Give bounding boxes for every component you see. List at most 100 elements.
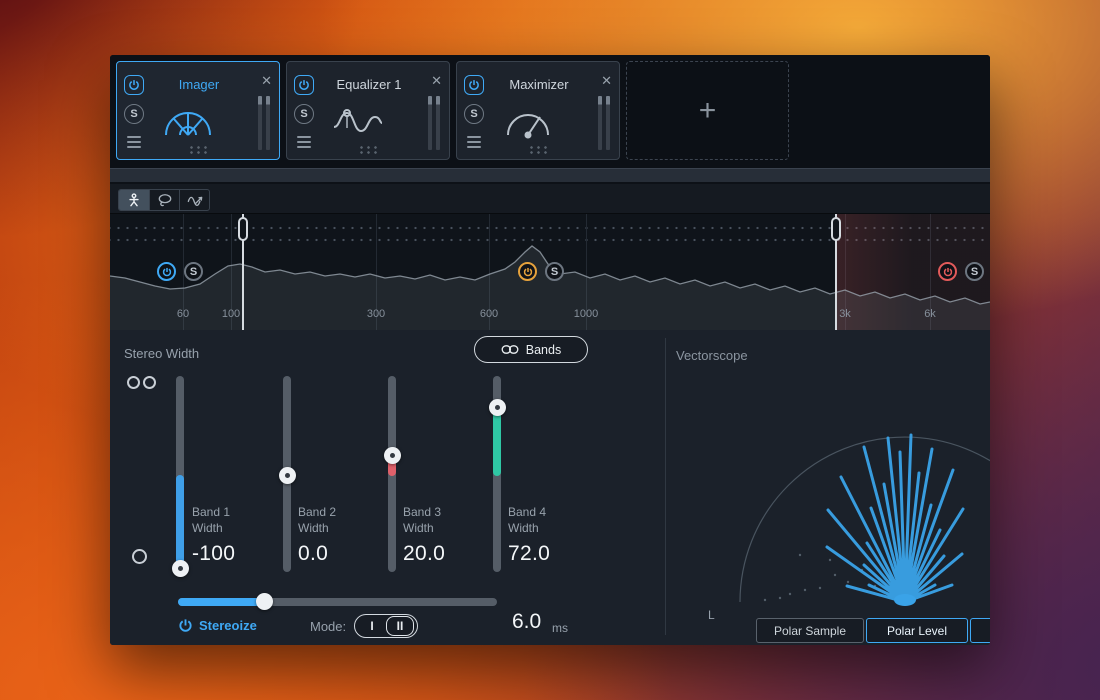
- add-module-button[interactable]: +: [626, 61, 789, 160]
- polar-level-button[interactable]: Polar Level: [866, 618, 968, 643]
- band-solo-button[interactable]: S: [184, 262, 203, 281]
- module-drag-handle[interactable]: [188, 145, 209, 155]
- lasso-tool-button[interactable]: [149, 190, 179, 210]
- band3-controls: S: [938, 262, 984, 281]
- band-width-value[interactable]: 20.0: [403, 542, 503, 566]
- module-meters: [428, 96, 440, 150]
- freq-label: 300: [367, 308, 385, 320]
- stereoize-power-icon[interactable]: [178, 618, 193, 633]
- stereoize-amount-handle[interactable]: [256, 593, 273, 610]
- band1-width-handle[interactable]: [172, 560, 189, 577]
- stereoize-label[interactable]: Stereoize: [199, 618, 257, 633]
- band-solo-button[interactable]: S: [965, 262, 984, 281]
- polar-mode-button-clipped[interactable]: [970, 618, 990, 643]
- freq-label: 100: [222, 308, 240, 320]
- stereoize-mode-label: Mode:: [310, 619, 346, 634]
- module-solo-button[interactable]: S: [124, 104, 144, 124]
- band4-width-fill: [493, 407, 501, 476]
- chain-collapse-bar[interactable]: [110, 168, 990, 184]
- crossover-handle-1[interactable]: [242, 214, 244, 330]
- band4-width-handle[interactable]: [489, 399, 506, 416]
- module-title: Imager: [147, 77, 251, 92]
- module-title: Equalizer 1: [317, 77, 421, 92]
- freq-label: 6k: [924, 308, 936, 320]
- vectorscope-left-label: L: [708, 608, 715, 622]
- freq-label: 600: [480, 308, 498, 320]
- band1-width-fill: [176, 475, 184, 569]
- spectrum-display[interactable]: S S S 60 100 300 600 1000 3k 6k: [110, 213, 990, 330]
- bands-button-label: Bands: [526, 343, 561, 357]
- module-solo-button[interactable]: S: [464, 104, 484, 124]
- band2-controls: S: [518, 262, 564, 281]
- freq-label: 1000: [574, 308, 598, 320]
- module-power-button[interactable]: [124, 75, 144, 95]
- stereoize-delay-value[interactable]: 6.0: [512, 610, 541, 634]
- crossover-handle-2[interactable]: [835, 214, 837, 330]
- band1-controls: S: [157, 262, 203, 281]
- panel-title: Stereo Width: [124, 346, 199, 361]
- module-drag-handle[interactable]: [358, 145, 379, 155]
- imager-panel: Stereo Width Bands Band 1 Width -100: [110, 330, 990, 645]
- module-meters: [258, 96, 270, 150]
- module-drag-handle[interactable]: [528, 145, 549, 155]
- module-power-button[interactable]: [294, 75, 314, 95]
- module-menu-icon[interactable]: [295, 135, 313, 149]
- module-power-button[interactable]: [464, 75, 484, 95]
- tool-mode-group: [118, 189, 210, 211]
- band-name: Band 2: [298, 504, 398, 520]
- band-param: Width: [192, 520, 292, 536]
- module-menu-icon[interactable]: [465, 135, 483, 149]
- band3-width-handle[interactable]: [384, 447, 401, 464]
- plugin-window: S Imager ✕ S Equalizer 1 ✕: [110, 55, 990, 645]
- maximizer-module-icon: [493, 98, 563, 144]
- band-param: Width: [298, 520, 398, 536]
- band-param: Width: [403, 520, 503, 536]
- stereoize-delay-unit: ms: [552, 621, 568, 635]
- module-menu-icon[interactable]: [125, 135, 143, 149]
- imager-module-icon: [153, 98, 223, 144]
- desktop-wallpaper: S Imager ✕ S Equalizer 1 ✕: [0, 0, 1100, 700]
- module-chain: S Imager ✕ S Equalizer 1 ✕: [110, 55, 990, 168]
- band-power-button[interactable]: [518, 262, 537, 281]
- module-card-equalizer[interactable]: S Equalizer 1 ✕: [286, 61, 450, 160]
- freq-label: 60: [177, 308, 189, 320]
- pointer-tool-button[interactable]: [119, 190, 149, 210]
- bands-link-button[interactable]: Bands: [474, 336, 588, 363]
- band-name: Band 3: [403, 504, 503, 520]
- band-width-value[interactable]: 0.0: [298, 542, 398, 566]
- band-width-value[interactable]: 72.0: [508, 542, 608, 566]
- module-meters: [598, 96, 610, 150]
- band-power-button[interactable]: [938, 262, 957, 281]
- mode-option-2[interactable]: II: [386, 616, 414, 636]
- band3-info: Band 3 Width 20.0: [403, 504, 503, 566]
- stereoize-amount-fill: [178, 598, 266, 606]
- mono-icon: [132, 549, 147, 564]
- band2-info: Band 2 Width 0.0: [298, 504, 398, 566]
- module-close-button[interactable]: ✕: [431, 73, 442, 89]
- band-name: Band 4: [508, 504, 608, 520]
- band1-info: Band 1 Width -100: [192, 504, 292, 566]
- wave-tool-button[interactable]: [179, 190, 209, 210]
- vectorscope-display: [670, 350, 990, 622]
- module-card-maximizer[interactable]: S Maximizer ✕: [456, 61, 620, 160]
- edit-toolbar: [110, 186, 990, 213]
- mode-option-1[interactable]: I: [358, 617, 386, 635]
- band-solo-button[interactable]: S: [545, 262, 564, 281]
- band-name: Band 1: [192, 504, 292, 520]
- module-close-button[interactable]: ✕: [261, 73, 272, 89]
- freq-label: 3k: [839, 308, 851, 320]
- module-solo-button[interactable]: S: [294, 104, 314, 124]
- stereo-wide-icon: [127, 376, 140, 389]
- band-param: Width: [508, 520, 608, 536]
- band-power-button[interactable]: [157, 262, 176, 281]
- panel-divider: [665, 338, 666, 635]
- stereo-wide-icon: [143, 376, 156, 389]
- polar-sample-button[interactable]: Polar Sample: [756, 618, 864, 643]
- stereoize-mode-toggle[interactable]: I II: [354, 614, 418, 638]
- band-width-value[interactable]: -100: [192, 542, 292, 566]
- link-icon: [501, 344, 519, 355]
- equalizer-module-icon: [323, 98, 393, 144]
- module-card-imager[interactable]: S Imager ✕: [116, 61, 280, 160]
- module-close-button[interactable]: ✕: [601, 73, 612, 89]
- band2-width-handle[interactable]: [279, 467, 296, 484]
